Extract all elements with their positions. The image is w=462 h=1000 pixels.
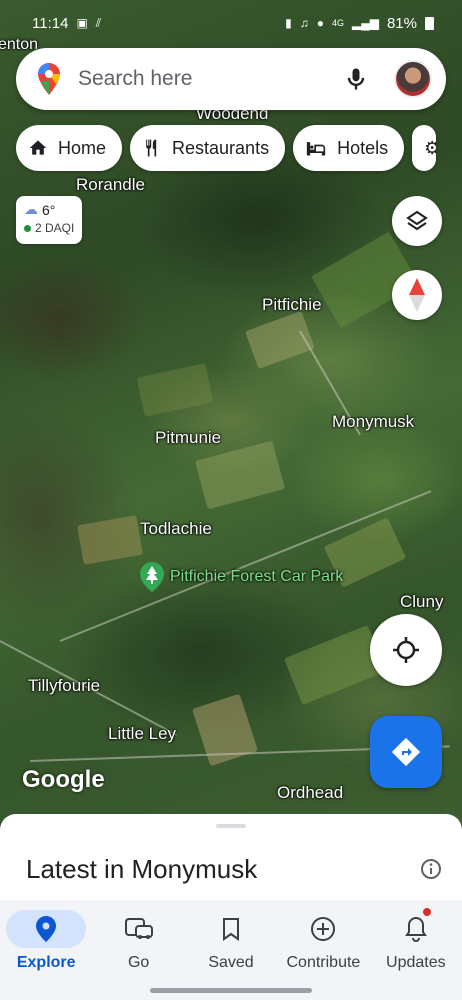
tree-pin-icon — [140, 562, 164, 592]
place-label: Cluny — [400, 592, 444, 611]
directions-button[interactable] — [370, 716, 442, 788]
chip-label: Restaurants — [172, 137, 270, 158]
home-icon — [29, 140, 47, 155]
chip-label: Home — [58, 137, 107, 158]
nav-label: Contribute — [286, 954, 361, 971]
avatar[interactable] — [394, 60, 432, 98]
nav-label: Explore — [16, 954, 76, 971]
chip-hotels[interactable]: Hotels — [293, 125, 405, 171]
chip-home[interactable]: Home — [16, 125, 123, 171]
poi-label: Pitfichie Forest Car Park — [170, 568, 344, 585]
place-label: Ordhead — [277, 783, 344, 802]
battery-percent: 81% — [386, 14, 417, 32]
map-field — [76, 515, 144, 565]
nav-label: Updates — [386, 954, 446, 971]
compass-icon — [409, 278, 425, 312]
place-label: Pitmunie — [155, 428, 222, 447]
place-label: Tillyfourie — [28, 676, 101, 695]
chip-label: Hotels — [337, 137, 389, 158]
google-logo: Google — [22, 766, 105, 793]
nav-icon-container — [376, 910, 456, 948]
directions-arrow-icon — [391, 737, 421, 767]
data-saver-icon: ⫽ — [95, 15, 102, 30]
nav-icon-container — [283, 910, 363, 948]
nav-saved[interactable]: Saved — [185, 900, 277, 1000]
place-label: Little Ley — [108, 724, 177, 743]
poi-pitfichie-forest-car-park[interactable]: Pitfichie Forest Car Park — [140, 562, 343, 592]
status-time: 11:14 — [32, 14, 69, 32]
place-label: Rorandle — [76, 175, 145, 194]
explore-pin-icon — [36, 916, 57, 942]
place-label: Pitfichie — [262, 295, 322, 314]
fork-knife-icon — [146, 139, 157, 157]
nav-updates[interactable]: Updates — [370, 900, 462, 1000]
chip-restaurants[interactable]: Restaurants — [130, 125, 286, 171]
headset-icon: ♫ — [299, 16, 309, 30]
info-icon[interactable] — [420, 858, 442, 880]
status-bar: 11:14 ▣ ⫽ ▮ ♫ ● 4G ▂▄▆ 81% — [0, 0, 462, 46]
gallery-icon: ▣ — [76, 16, 88, 30]
bookmark-icon — [223, 918, 240, 941]
notification-badge — [422, 908, 431, 916]
category-chips: Home Restaurants Hotels ⚙ — [16, 125, 437, 171]
nav-explore[interactable]: Explore — [0, 900, 92, 1000]
sheet-drag-handle[interactable] — [216, 824, 246, 828]
network-type-icon: 4G — [331, 18, 344, 28]
map-field — [136, 363, 214, 417]
nav-icon-container — [99, 910, 179, 948]
weather-aqi: 2 DAQI — [35, 221, 75, 235]
nav-icon-container — [6, 910, 87, 948]
layers-button[interactable] — [392, 196, 442, 246]
search-bar[interactable]: Search here — [16, 48, 446, 110]
sheet-title: Latest in Monymusk — [26, 854, 258, 884]
search-input[interactable]: Search here — [78, 67, 342, 91]
crosshair-icon — [393, 637, 419, 663]
map-field — [194, 440, 286, 510]
weather-widget[interactable]: ☁ 6° 2 DAQI — [16, 196, 82, 244]
bed-icon — [306, 142, 326, 156]
car-bus-icon — [124, 918, 153, 939]
nav-label: Saved — [208, 954, 254, 971]
nav-icon-container — [191, 910, 271, 948]
my-location-button[interactable] — [370, 614, 442, 686]
google-maps-pin-icon — [38, 63, 60, 95]
aqi-status-dot — [24, 224, 31, 232]
gear-icon: ⚙ — [424, 137, 437, 158]
chip-more[interactable]: ⚙ — [412, 125, 437, 171]
mic-icon[interactable] — [342, 65, 370, 93]
battery-icon — [425, 16, 434, 30]
nav-contribute[interactable]: Contribute — [277, 900, 369, 1000]
place-label: Todlachie — [140, 519, 212, 538]
weather-temp: 6° — [42, 201, 56, 218]
nav-label: Go — [127, 954, 150, 971]
home-indicator[interactable] — [150, 988, 312, 993]
bottom-nav: Explore Go Saved Contribute Updates — [0, 900, 462, 1000]
bell-icon — [404, 916, 427, 942]
notification-icon: ▮ — [285, 16, 292, 30]
sleet-cloud-icon: ☁ — [24, 201, 38, 217]
plus-circle-icon — [311, 917, 336, 941]
place-label: Monymusk — [332, 412, 415, 431]
compass-button[interactable] — [392, 270, 442, 320]
layers-icon — [406, 210, 428, 231]
signal-icon: ▂▄▆ — [352, 16, 379, 30]
nav-go[interactable]: Go — [92, 900, 184, 1000]
location-icon: ● — [316, 16, 324, 30]
map-field — [283, 624, 387, 706]
